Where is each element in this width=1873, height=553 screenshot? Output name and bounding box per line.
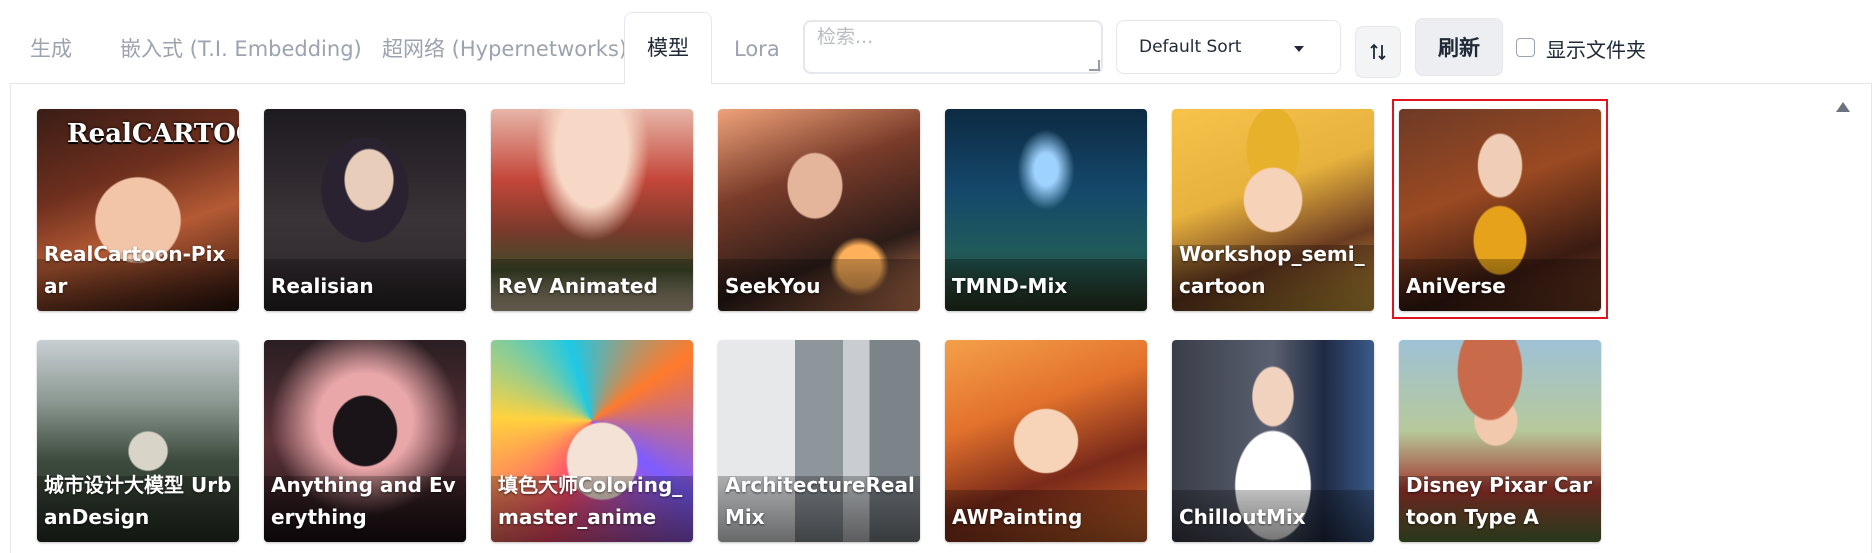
top-bar: 生成 嵌入式 (T.I. Embedding) 超网络 (Hypernetwor… [0, 0, 1873, 84]
refresh-button[interactable]: 刷新 [1415, 18, 1503, 76]
model-card-label: RealCartoon-Pixar [44, 242, 226, 298]
model-card-label: ChilloutMix [1179, 505, 1306, 529]
tab-embedding[interactable]: 嵌入式 (T.I. Embedding) [110, 14, 362, 84]
model-card-tmnd-mix[interactable]: TMND-Mix [945, 109, 1147, 311]
tab-models[interactable]: 模型 [624, 12, 712, 84]
model-card-label: Workshop_semi_cartoon [1179, 242, 1365, 298]
sort-selected-value: Default Sort [1139, 37, 1242, 57]
model-card-disney-pixar-cartoon-type-a[interactable]: Disney Pixar Cartoon Type A [1399, 340, 1601, 542]
model-card-label: ArchitectureRealMix [725, 473, 915, 529]
model-card-label: 城市设计大模型 UrbanDesign [44, 473, 232, 529]
chevron-down-icon [1294, 46, 1304, 52]
search-box [803, 20, 1103, 74]
show-folders-label: 显示文件夹 [1546, 38, 1646, 62]
tab-hypernetworks[interactable]: 超网络 (Hypernetworks) [372, 14, 627, 84]
sort-arrows-icon [1370, 43, 1386, 61]
model-card-label: 填色大师Coloring_master_anime [498, 473, 683, 529]
model-card-awpainting[interactable]: AWPainting [945, 340, 1147, 542]
tab-lora[interactable]: Lora [724, 14, 794, 84]
model-card-label: AWPainting [952, 505, 1083, 529]
scroll-up-arrow-icon[interactable] [1836, 102, 1850, 112]
show-folders-checkbox[interactable] [1516, 38, 1535, 57]
model-card-realisian[interactable]: Realisian [264, 109, 466, 311]
model-card-seekyou[interactable]: SeekYou [718, 109, 920, 311]
model-card-coloring-master-anime[interactable]: 填色大师Coloring_master_anime [491, 340, 693, 542]
model-card-realcartoon-pixar[interactable]: RealCARTOON RealCartoon-Pixar [37, 109, 239, 311]
model-card-label: AniVerse [1406, 274, 1506, 298]
resize-handle-icon[interactable] [1089, 60, 1100, 71]
realcartoon-logo: RealCARTOON [67, 119, 239, 149]
model-card-label: Realisian [271, 274, 374, 298]
model-card-anything-and-everything[interactable]: Anything and Everything [264, 340, 466, 542]
model-card-label: Anything and Everything [271, 473, 456, 529]
model-card-label: ReV Animated [498, 274, 658, 298]
model-card-rev-animated[interactable]: ReV Animated [491, 109, 693, 311]
model-card-urbandesign[interactable]: 城市设计大模型 UrbanDesign [37, 340, 239, 542]
model-card-chilloutmix[interactable]: ChilloutMix [1172, 340, 1374, 542]
sort-select[interactable]: Default Sort [1116, 20, 1341, 74]
model-card-architecturerealmix[interactable]: ArchitectureRealMix [718, 340, 920, 542]
model-card-workshop-semi-cartoon[interactable]: Workshop_semi_cartoon [1172, 109, 1374, 311]
model-card-label: Disney Pixar Cartoon Type A [1406, 473, 1592, 529]
tab-generate[interactable]: 生成 [20, 14, 116, 84]
model-card-aniverse[interactable]: AniVerse [1399, 109, 1601, 311]
model-card-label: TMND-Mix [952, 274, 1068, 298]
sort-direction-button[interactable] [1355, 26, 1401, 78]
model-card-label: SeekYou [725, 274, 821, 298]
search-input[interactable] [803, 20, 1103, 74]
